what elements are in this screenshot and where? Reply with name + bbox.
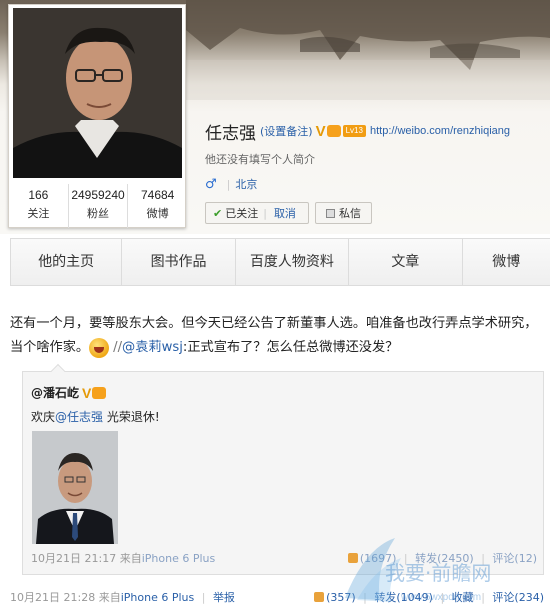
- vip-icon[interactable]: [326, 125, 341, 137]
- profile-card: 166 关注 24959240 粉丝 74684 微博: [8, 4, 186, 228]
- repost-author-link[interactable]: @潘石屹: [31, 384, 79, 401]
- tab-books[interactable]: 图书作品: [122, 239, 236, 285]
- post-line-1: 还有一个月，要等股东大会。但今天已经公告了新董事人选。咱准备也改行弄点学术研究，: [10, 316, 538, 331]
- post-text-prefix: 当个啥作家。: [10, 340, 90, 355]
- tab-weibo[interactable]: 微博: [462, 239, 550, 285]
- divider: |: [201, 591, 206, 604]
- post-favorite-link[interactable]: 收藏: [452, 591, 474, 604]
- stat-label: 微博: [146, 207, 169, 220]
- repost-text-prefix: 欢庆: [31, 410, 56, 424]
- verified-icon[interactable]: V: [82, 385, 91, 401]
- source-prefix: 来自: [119, 552, 142, 565]
- tab-baidu-profile[interactable]: 百度人物资料: [235, 239, 350, 285]
- stat-following[interactable]: 166 关注: [9, 184, 69, 228]
- profile-stats: 166 关注 24959240 粉丝 74684 微博: [9, 184, 187, 228]
- profile-name-row: 任志强 (设置备注) V Lv13 http://weibo.com/renzh…: [205, 119, 510, 144]
- report-link[interactable]: 举报: [213, 591, 235, 604]
- post-source-link[interactable]: iPhone 6 Plus: [121, 591, 195, 604]
- message-icon: [326, 208, 335, 218]
- repost-forward-link[interactable]: 转发(2450): [415, 552, 474, 565]
- stat-label: 关注: [27, 207, 50, 220]
- mention-link[interactable]: @任志强: [55, 410, 103, 424]
- male-icon: ♂: [205, 176, 217, 192]
- post-meta: 10月21日 21:28 来自iPhone 6 Plus | 举报: [10, 589, 235, 605]
- vip-icon[interactable]: [92, 386, 107, 399]
- post-comment-link[interactable]: 评论(234): [492, 591, 544, 604]
- repost-text: 欢庆@任志强 光荣退休!: [31, 408, 160, 425]
- tab-articles[interactable]: 文章: [349, 239, 463, 285]
- repost-source-link[interactable]: iPhone 6 Plus: [142, 552, 216, 565]
- divider: |: [403, 552, 408, 565]
- profile-tabs: 他的主页 图书作品 百度人物资料 文章 微博: [10, 238, 550, 286]
- post-like-count[interactable]: (357): [326, 591, 356, 604]
- post-actions: (357) | 转发(1049) | 收藏 | 评论(234): [314, 589, 544, 605]
- repost-photo[interactable]: [32, 431, 118, 544]
- divider: |: [226, 177, 231, 191]
- repost-meta: 10月21日 21:17 来自iPhone 6 Plus: [31, 550, 215, 566]
- mention-link[interactable]: @袁莉wsj: [122, 336, 183, 360]
- divider: |: [263, 206, 267, 220]
- check-icon: ✔: [213, 206, 223, 220]
- profile-banner: 166 关注 24959240 粉丝 74684 微博 任志强 (设置备注) V…: [0, 0, 550, 234]
- repost-actions: (1697) | 转发(2450) | 评论(12): [347, 550, 537, 566]
- stat-value: 24959240: [71, 188, 125, 202]
- repost-author-row: @潘石屹 V: [31, 384, 107, 401]
- divider: |: [363, 591, 367, 604]
- stat-value: 166: [28, 188, 49, 202]
- location-link[interactable]: 北京: [235, 176, 257, 192]
- verified-icon[interactable]: V: [316, 123, 326, 140]
- stat-followers[interactable]: 24959240 粉丝: [69, 184, 129, 228]
- stat-posts[interactable]: 74684 微博: [128, 184, 187, 228]
- like-icon[interactable]: [314, 592, 325, 602]
- reposted-weibo: @潘石屹 V 欢庆@任志强 光荣退休! 10月21日 21:17 来自iPhon…: [22, 363, 544, 575]
- repost-like-count[interactable]: (1697): [360, 552, 397, 565]
- avatar[interactable]: [13, 8, 182, 178]
- message-label: 私信: [339, 207, 361, 220]
- post-forward-link[interactable]: 转发(1049): [374, 591, 433, 604]
- post-time-link[interactable]: 10月21日 21:28: [10, 591, 95, 604]
- message-button[interactable]: 私信: [315, 202, 372, 224]
- set-remark-link[interactable]: (设置备注): [260, 123, 313, 139]
- divider: |: [481, 591, 485, 604]
- like-icon[interactable]: [347, 553, 358, 563]
- follow-state-label: 已关注: [225, 207, 259, 220]
- repost-time-link[interactable]: 10月21日 21:17: [31, 552, 116, 565]
- follow-status-button[interactable]: ✔ 已关注 | 取消: [205, 202, 309, 224]
- profile-url-link[interactable]: http://weibo.com/renzhiqiang: [370, 125, 510, 137]
- unfollow-link[interactable]: 取消: [274, 205, 296, 221]
- post-text-suffix: :正式宣布了？怎么任总微博还没发？: [182, 340, 399, 355]
- post-content: 还有一个月，要等股东大会。但今天已经公告了新董事人选。咱准备也改行弄点学术研究，…: [10, 312, 545, 360]
- repost-comment-link[interactable]: 评论(12): [492, 552, 537, 565]
- stat-label: 粉丝: [87, 207, 109, 220]
- profile-name: 任志强: [205, 123, 256, 144]
- divider: |: [440, 591, 445, 604]
- source-prefix: 来自: [98, 591, 121, 604]
- tab-home[interactable]: 他的主页: [11, 239, 123, 285]
- profile-meta: ♂ | 北京: [205, 176, 257, 192]
- post-line-2: 当个啥作家。 // @袁莉wsj :正式宣布了？怎么任总微博还没发？: [10, 336, 545, 360]
- repost-chain-separator: //: [113, 340, 123, 355]
- profile-bio: 他还没有填写个人简介: [205, 153, 315, 166]
- stat-value: 74684: [140, 188, 175, 202]
- repost-pointer: [50, 363, 66, 379]
- repost-text-suffix: 光荣退休!: [103, 410, 160, 424]
- laughing-emoji-icon: [89, 338, 110, 358]
- divider: |: [481, 552, 485, 565]
- level-badge[interactable]: Lv13: [342, 125, 366, 137]
